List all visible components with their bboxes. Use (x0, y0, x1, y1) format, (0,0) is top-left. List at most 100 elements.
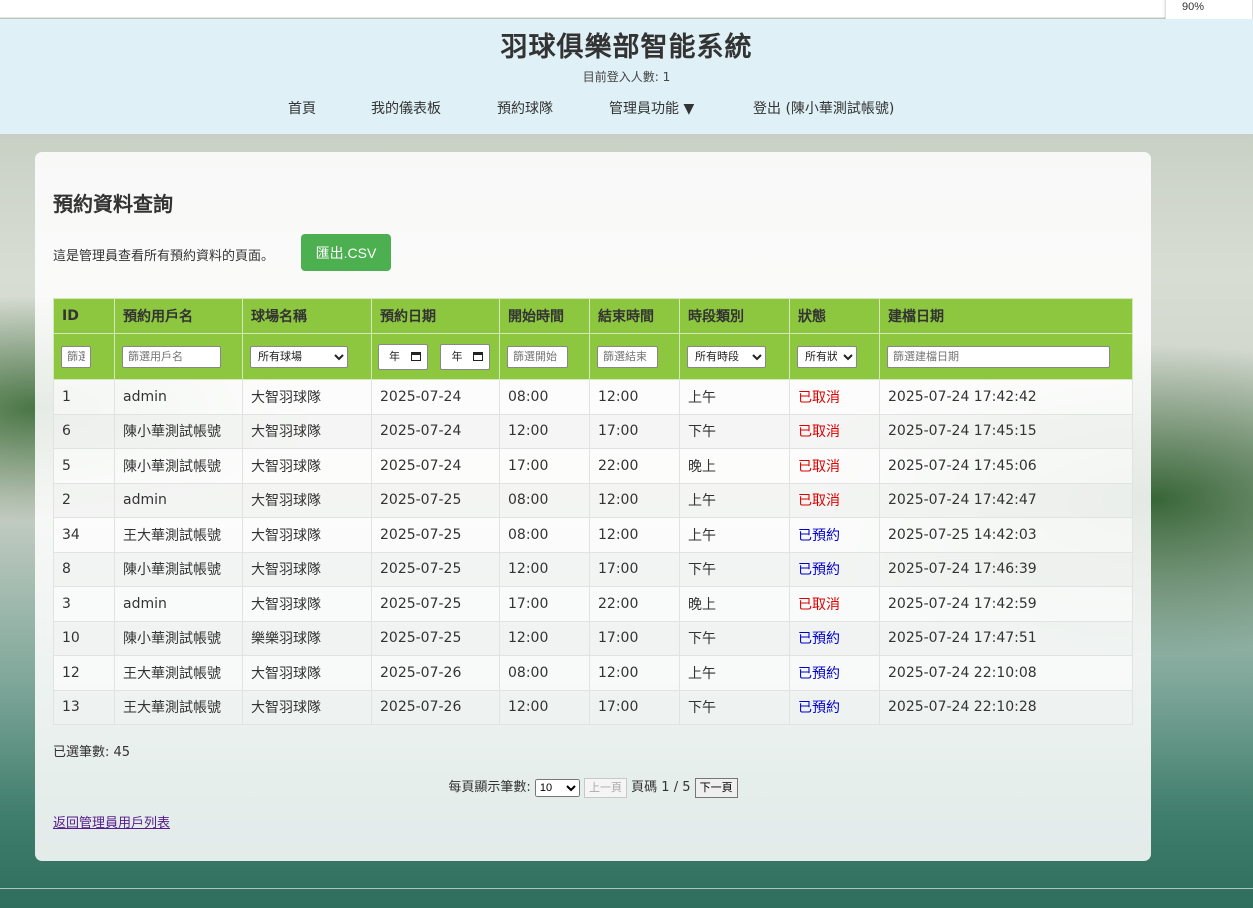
col-header-id[interactable]: ID (53, 298, 115, 334)
col-header-end[interactable]: 結束時間 (589, 298, 680, 334)
col-header-period[interactable]: 時段類別 (679, 298, 790, 334)
browser-top-strip (0, 0, 1253, 18)
cell-period: 上午 (679, 655, 790, 691)
cell-court: 大智羽球隊 (242, 379, 372, 415)
cell-period: 下午 (679, 689, 790, 725)
table-row: 5 陳小華測試帳號 大智羽球隊 2025-07-24 17:00 22:00 晚上 已取消 20… (53, 448, 1133, 484)
cell-created: 2025-07-24 22:10:08 (879, 655, 1133, 691)
cell-end: 12:00 (589, 379, 680, 415)
filter-date-to[interactable]: 年 (440, 343, 491, 370)
cell-user: 陳小華測試帳號 (114, 620, 243, 656)
filter-cell-user (114, 333, 243, 380)
cell-status: 已預約 (789, 620, 880, 656)
per-page-select[interactable]: 10 (534, 778, 580, 797)
table-row: 12 王大華測試帳號 大智羽球隊 2025-07-26 08:00 12:00 上午 已預約 2… (53, 655, 1133, 691)
filter-end-input[interactable] (597, 345, 658, 368)
filter-period-select[interactable]: 所有時段 (687, 345, 766, 368)
nav-admin-menu[interactable]: 管理員功能 ▼ (609, 98, 694, 118)
selected-count: 已選筆數: 45 (53, 745, 131, 760)
filter-start-input[interactable] (507, 345, 568, 368)
footer-divider (0, 888, 1253, 889)
cell-date: 2025-07-24 (371, 379, 500, 415)
cell-court: 大智羽球隊 (242, 413, 372, 449)
cell-id: 1 (53, 379, 115, 415)
nav-dashboard[interactable]: 我的儀表板 (371, 98, 441, 118)
cell-date: 2025-07-25 (371, 517, 500, 553)
cell-user: 王大華測試帳號 (114, 655, 243, 691)
col-header-court[interactable]: 球場名稱 (242, 298, 372, 334)
nav-home[interactable]: 首頁 (288, 98, 316, 118)
prev-page-button[interactable]: 上一頁 (584, 777, 628, 798)
cell-status: 已取消 (789, 413, 880, 449)
cell-user: 陳小華測試帳號 (114, 413, 243, 449)
cell-period: 上午 (679, 379, 790, 415)
filter-cell-court: 所有球場 (242, 333, 372, 380)
cell-period: 晚上 (679, 448, 790, 484)
nav-logout[interactable]: 登出 (陳小華測試帳號) (753, 98, 894, 118)
cell-id: 6 (53, 413, 115, 449)
col-header-created[interactable]: 建檔日期 (879, 298, 1133, 334)
table-row: 3 admin 大智羽球隊 2025-07-25 17:00 22:00 晚上 已取消 2025… (53, 586, 1133, 622)
cell-period: 下午 (679, 620, 790, 656)
cell-end: 12:00 (589, 517, 680, 553)
cell-court: 大智羽球隊 (242, 517, 372, 553)
cell-date: 2025-07-26 (371, 655, 500, 691)
table-row: 2 admin 大智羽球隊 2025-07-25 08:00 12:00 上午 已取消 2025… (53, 482, 1133, 518)
cell-id: 2 (53, 482, 115, 518)
per-page-label: 每頁顯示筆數: (448, 780, 531, 795)
cell-created: 2025-07-24 17:47:51 (879, 620, 1133, 656)
cell-id: 12 (53, 655, 115, 691)
col-header-start[interactable]: 開始時間 (499, 298, 590, 334)
cell-start: 17:00 (499, 448, 590, 484)
cell-period: 上午 (679, 517, 790, 553)
col-header-user[interactable]: 預約用戶名 (114, 298, 243, 334)
cell-created: 2025-07-24 17:45:06 (879, 448, 1133, 484)
export-csv-button[interactable]: 匯出.CSV (301, 234, 391, 271)
table-body: 1 admin 大智羽球隊 2025-07-24 08:00 12:00 上午 已取消 2025… (53, 379, 1133, 725)
filter-id-input[interactable] (61, 345, 91, 368)
cell-date: 2025-07-25 (371, 482, 500, 518)
cell-date: 2025-07-24 (371, 448, 500, 484)
cell-date: 2025-07-25 (371, 551, 500, 587)
filter-created-input[interactable] (887, 345, 1110, 368)
table-row: 1 admin 大智羽球隊 2025-07-24 08:00 12:00 上午 已取消 2025… (53, 379, 1133, 415)
col-header-date[interactable]: 預約日期 (371, 298, 500, 334)
page-description: 這是管理員查看所有預約資料的頁面。 (53, 249, 275, 264)
date-from-text: 年 (389, 349, 400, 363)
cell-date: 2025-07-25 (371, 620, 500, 656)
cell-period: 下午 (679, 413, 790, 449)
cell-created: 2025-07-24 17:45:15 (879, 413, 1133, 449)
online-count: 目前登入人數: 1 (582, 70, 671, 84)
cell-id: 13 (53, 689, 115, 725)
cell-start: 12:00 (499, 689, 590, 725)
cell-status: 已取消 (789, 448, 880, 484)
table-header-row: ID 預約用戶名 球場名稱 預約日期 開始時間 結束時間 時段類別 狀態 建檔日… (53, 298, 1133, 334)
cell-end: 17:00 (589, 413, 680, 449)
bookings-table: ID 預約用戶名 球場名稱 預約日期 開始時間 結束時間 時段類別 狀態 建檔日… (53, 298, 1133, 725)
table-row: 10 陳小華測試帳號 樂樂羽球隊 2025-07-25 12:00 17:00 下午 已預約 2… (53, 620, 1133, 656)
cell-status: 已預約 (789, 551, 880, 587)
cell-court: 大智羽球隊 (242, 482, 372, 518)
cell-status: 已預約 (789, 689, 880, 725)
calendar-icon (473, 351, 484, 361)
cell-status: 已預約 (789, 655, 880, 691)
filter-user-input[interactable] (122, 345, 221, 368)
filter-date-from[interactable]: 年 (378, 343, 428, 370)
cell-start: 08:00 (499, 517, 590, 553)
next-page-button[interactable]: 下一頁 (694, 777, 738, 798)
filter-status-select[interactable]: 所有狀 (797, 345, 857, 368)
cell-id: 34 (53, 517, 115, 553)
pagination: 每頁顯示筆數: 10 上一頁 頁碼 1 / 5 下一頁 (35, 776, 1151, 798)
page-info: 頁碼 1 / 5 (631, 780, 691, 795)
back-to-user-list-link[interactable]: 返回管理員用戶列表 (53, 812, 170, 831)
page-title: 預約資料查詢 (53, 192, 173, 216)
cell-user: admin (114, 379, 243, 415)
nav-book-team[interactable]: 預約球隊 (497, 98, 553, 118)
filter-court-select[interactable]: 所有球場 (250, 345, 348, 368)
cell-id: 10 (53, 620, 115, 656)
cell-period: 晚上 (679, 586, 790, 622)
cell-date: 2025-07-26 (371, 689, 500, 725)
filter-cell-id (53, 333, 115, 380)
cell-id: 3 (53, 586, 115, 622)
col-header-status[interactable]: 狀態 (789, 298, 880, 334)
